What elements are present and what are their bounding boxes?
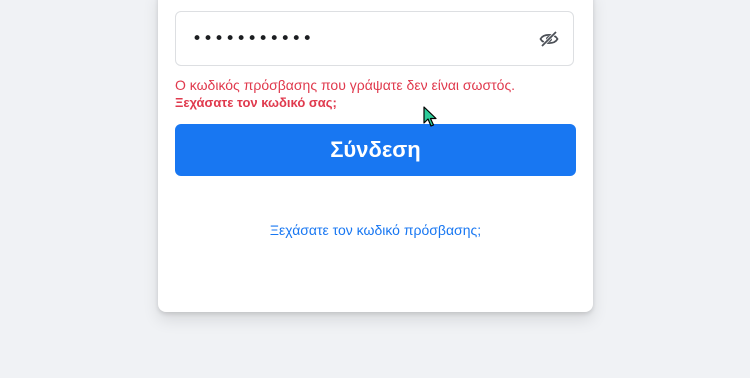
- forgot-password-inline-link[interactable]: Ξεχάσατε τον κωδικό σας;: [175, 94, 337, 111]
- password-error-message: Ο κωδικός πρόσβασης που γράψατε δεν είνα…: [175, 77, 516, 93]
- forgot-password-link[interactable]: Ξεχάσατε τον κωδικό πρόσβασης;: [175, 221, 576, 239]
- password-input[interactable]: [192, 12, 532, 65]
- password-field[interactable]: [175, 11, 574, 66]
- mouse-pointer-icon: [423, 106, 437, 127]
- login-button[interactable]: Σύνδεση: [175, 124, 576, 176]
- eye-slash-icon[interactable]: [539, 30, 559, 48]
